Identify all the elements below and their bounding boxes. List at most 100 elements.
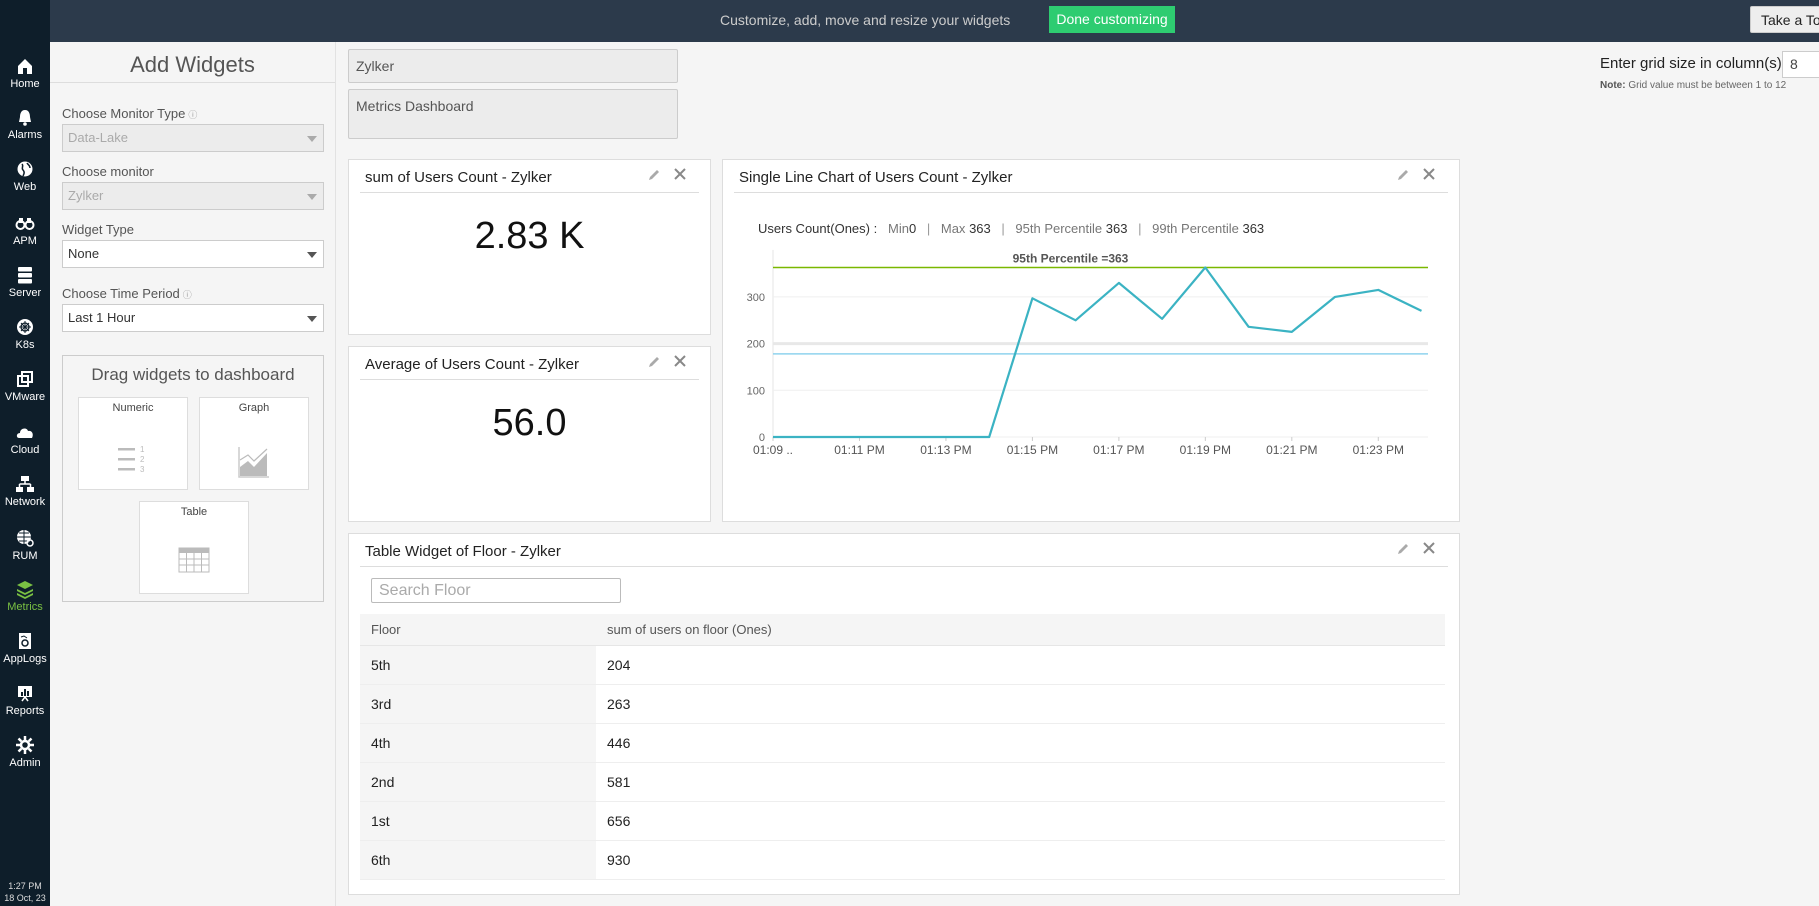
gear-icon bbox=[16, 736, 34, 754]
widget-header[interactable]: Average of Users Count - Zylker bbox=[360, 347, 699, 380]
widget-title: Single Line Chart of Users Count - Zylke… bbox=[739, 169, 1013, 186]
numeric-widget-card[interactable]: Numeric 1 2 3 bbox=[78, 397, 188, 490]
floor-table: Floor sum of users on floor (Ones) 5th 20… bbox=[360, 614, 1445, 880]
nav-item-rum[interactable]: RUM bbox=[0, 528, 50, 562]
widget-type-select[interactable]: None bbox=[62, 240, 324, 268]
info-icon[interactable]: ⓘ bbox=[188, 110, 197, 120]
close-icon[interactable] bbox=[673, 167, 687, 181]
pencil-icon[interactable] bbox=[1396, 168, 1410, 182]
nav-item-k8s[interactable]: K8s bbox=[0, 317, 50, 351]
nav-item-web[interactable]: Web bbox=[0, 159, 50, 193]
users-cell: 204 bbox=[596, 645, 1445, 685]
pencil-icon[interactable] bbox=[1396, 542, 1410, 556]
graph-widget-card[interactable]: Graph bbox=[199, 397, 309, 490]
dashboard-name-input[interactable]: Zylker bbox=[348, 49, 678, 83]
left-navigation: Home Alarms Web APM Server K8s VMware Cloud Netw… bbox=[0, 0, 50, 906]
monitor-value: Zylker bbox=[68, 188, 104, 203]
close-icon[interactable] bbox=[1422, 167, 1436, 181]
customize-bar: Customize, add, move and resize your wid… bbox=[50, 0, 1819, 42]
widget-type-value: None bbox=[68, 246, 100, 261]
monitor-type-label: Choose Monitor Type ⓘ bbox=[62, 106, 197, 121]
nav-item-applogs[interactable]: AppLogs bbox=[0, 631, 50, 665]
nav-item-label: APM bbox=[13, 235, 37, 247]
applogs-icon bbox=[19, 633, 31, 649]
take-a-tour-button[interactable]: Take a Tour bbox=[1750, 6, 1819, 33]
search-floor-input[interactable]: Search Floor bbox=[371, 578, 621, 603]
pencil-icon[interactable] bbox=[647, 168, 661, 182]
floor-cell: 5th bbox=[360, 645, 596, 685]
close-icon[interactable] bbox=[1422, 541, 1436, 555]
average-users-widget[interactable]: Average of Users Count - Zylker 56.0 bbox=[348, 346, 711, 522]
table-row[interactable]: 3rd 263 bbox=[360, 684, 1445, 724]
nav-item-admin[interactable]: Admin bbox=[0, 735, 50, 769]
sum-users-widget[interactable]: sum of Users Count - Zylker 2.83 K bbox=[348, 159, 711, 335]
floor-cell: 2nd bbox=[360, 762, 596, 802]
grid-size-input[interactable]: 8 bbox=[1782, 51, 1819, 78]
nav-item-home[interactable]: Home bbox=[0, 56, 50, 90]
users-cell: 581 bbox=[596, 762, 1445, 802]
monitor-select[interactable]: Zylker bbox=[62, 182, 324, 210]
y-tick-label: 300 bbox=[747, 292, 765, 304]
table-row[interactable]: 5th 204 bbox=[360, 645, 1445, 685]
chevron-down-icon bbox=[307, 316, 317, 322]
nav-item-alarms[interactable]: Alarms bbox=[0, 107, 50, 141]
nav-item-server[interactable]: Server bbox=[0, 265, 50, 299]
x-tick-label: 01:21 PM bbox=[1266, 443, 1317, 457]
nav-item-label: Admin bbox=[9, 757, 41, 769]
table-row[interactable]: 1st 656 bbox=[360, 801, 1445, 841]
binoculars-icon bbox=[15, 218, 35, 230]
widget-header[interactable]: sum of Users Count - Zylker bbox=[360, 160, 699, 193]
x-tick-label: 01:23 PM bbox=[1353, 443, 1404, 457]
nav-item-reports[interactable]: Reports bbox=[0, 683, 50, 717]
dashboard-description-input[interactable]: Metrics Dashboard bbox=[348, 89, 678, 139]
floor-cell: 4th bbox=[360, 723, 596, 763]
drag-widgets-title: Drag widgets to dashboard bbox=[91, 365, 295, 384]
table-row[interactable]: 2nd 581 bbox=[360, 762, 1445, 802]
nav-item-cloud[interactable]: Cloud bbox=[0, 422, 50, 456]
nav-item-label: Reports bbox=[5, 705, 45, 717]
grid-note-text: Grid value must be between 1 to 12 bbox=[1625, 80, 1787, 91]
line-chart-widget[interactable]: Single Line Chart of Users Count - Zylke… bbox=[722, 159, 1460, 522]
pencil-icon[interactable] bbox=[647, 355, 661, 369]
column-header-floor[interactable]: Floor bbox=[360, 614, 596, 646]
time-period-select[interactable]: Last 1 Hour bbox=[62, 304, 324, 332]
kubernetes-icon bbox=[17, 319, 33, 335]
users-count-line-chart[interactable]: 010020030001:09 .. 01:11 PM 01:13 PM 01:15 … bbox=[723, 220, 1459, 520]
widget-header[interactable]: Table Widget of Floor - Zylker bbox=[360, 534, 1448, 567]
info-icon[interactable]: ⓘ bbox=[183, 290, 192, 300]
monitor-type-select[interactable]: Data-Lake bbox=[62, 124, 324, 152]
nav-item-label: Alarms bbox=[7, 129, 43, 141]
grid-size-label: Enter grid size in column(s) bbox=[1600, 55, 1782, 72]
nav-item-metrics[interactable]: Metrics bbox=[0, 579, 50, 613]
grid-note-bold: Note: bbox=[1600, 80, 1626, 91]
monitor-type-label-text: Choose Monitor Type bbox=[62, 106, 186, 121]
widget-title: sum of Users Count - Zylker bbox=[365, 169, 552, 186]
nav-item-network[interactable]: Network bbox=[0, 474, 50, 508]
table-grid-icon bbox=[178, 547, 210, 573]
nav-item-apm[interactable]: APM bbox=[0, 213, 50, 247]
widget-title: Table Widget of Floor - Zylker bbox=[365, 543, 561, 560]
nav-item-label: Web bbox=[13, 181, 37, 193]
server-icon bbox=[18, 267, 32, 284]
nav-item-label: K8s bbox=[15, 339, 35, 351]
column-header-users[interactable]: sum of users on floor (Ones) bbox=[596, 614, 1445, 646]
home-icon bbox=[18, 59, 32, 74]
table-header-row: Floor sum of users on floor (Ones) bbox=[360, 614, 1445, 646]
widget-header[interactable]: Single Line Chart of Users Count - Zylke… bbox=[734, 160, 1448, 193]
widget-title: Average of Users Count - Zylker bbox=[365, 356, 579, 373]
average-value: 56.0 bbox=[492, 402, 567, 444]
add-widgets-panel: Add Widgets Choose Monitor Type ⓘ Data-La… bbox=[50, 42, 336, 906]
table-row[interactable]: 4th 446 bbox=[360, 723, 1445, 763]
nav-item-vmware[interactable]: VMware bbox=[0, 369, 50, 403]
done-customizing-button[interactable]: Done customizing bbox=[1049, 6, 1175, 33]
reports-icon bbox=[18, 686, 32, 702]
close-icon[interactable] bbox=[673, 354, 687, 368]
chevron-down-icon bbox=[307, 136, 317, 142]
table-widget-card[interactable]: Table bbox=[139, 501, 249, 594]
floor-table-widget[interactable]: Table Widget of Floor - Zylker Search Fl… bbox=[348, 533, 1460, 895]
x-tick-label: 01:13 PM bbox=[920, 443, 971, 457]
percentile-95-label: 95th Percentile =363 bbox=[1013, 251, 1129, 265]
sum-value: 2.83 K bbox=[474, 215, 585, 257]
layers-icon bbox=[17, 581, 33, 599]
table-row[interactable]: 6th 930 bbox=[360, 840, 1445, 880]
